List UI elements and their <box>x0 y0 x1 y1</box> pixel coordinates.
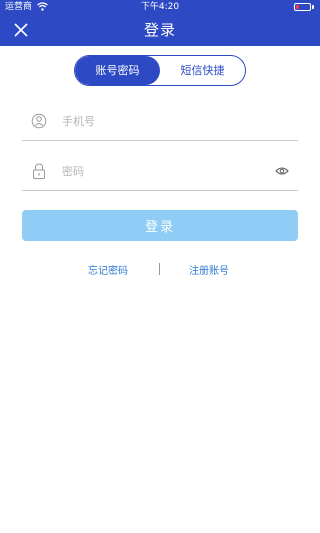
battery-icon <box>294 3 311 11</box>
login-button[interactable]: 登录 <box>22 210 298 241</box>
page-title: 登录 <box>143 21 176 39</box>
forgot-password-link[interactable]: 忘记密码 <box>88 262 128 277</box>
battery-tip <box>312 5 314 9</box>
links-divider <box>159 263 160 275</box>
navigation-bar: 登录 <box>0 14 320 46</box>
login-mode-switch: 账号密码 短信快捷 <box>74 55 246 86</box>
auth-links: 忘记密码 注册账号 <box>0 262 320 278</box>
tab-sms-quick[interactable]: 短信快捷 <box>160 56 245 85</box>
clock-time: 下午4:20 <box>140 2 180 12</box>
lock-icon <box>33 163 45 179</box>
password-input[interactable] <box>62 160 262 182</box>
user-icon <box>31 113 47 129</box>
phone-input[interactable] <box>62 110 262 132</box>
register-link[interactable]: 注册账号 <box>189 262 229 277</box>
password-field <box>22 151 298 191</box>
eye-icon[interactable] <box>275 166 289 176</box>
status-bar: 运营商 下午4:20 <box>0 0 320 14</box>
phone-field <box>22 101 298 141</box>
battery-level <box>296 5 299 9</box>
tab-account-password[interactable]: 账号密码 <box>75 56 160 85</box>
